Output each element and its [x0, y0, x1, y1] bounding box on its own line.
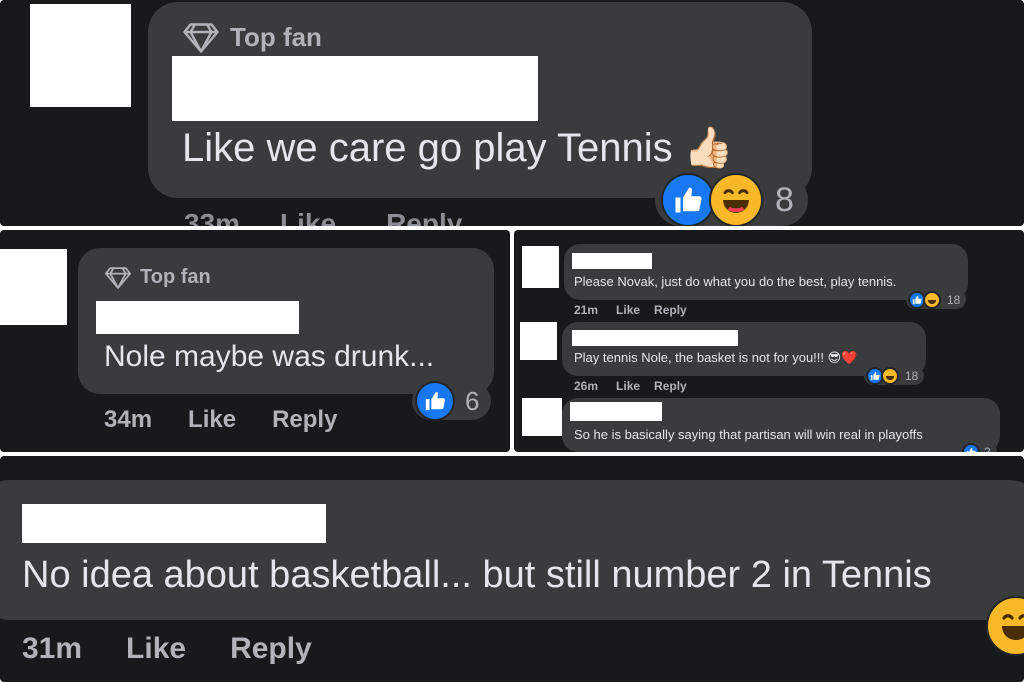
- avatar[interactable]: [520, 322, 557, 360]
- reply-button[interactable]: Reply: [386, 208, 462, 226]
- like-reaction-icon: [661, 173, 715, 226]
- reaction-summary[interactable]: 8: [655, 173, 808, 226]
- comment-text: Nole maybe was drunk...: [104, 340, 435, 373]
- avatar[interactable]: [522, 246, 559, 288]
- reply-button[interactable]: Reply: [272, 406, 337, 434]
- comment-text: Please Novak, just do what you do the be…: [574, 274, 897, 289]
- comment-panel-1: Top fan Like we care go play Tennis 👍🏻 8…: [0, 0, 1024, 226]
- reply-button[interactable]: Reply: [230, 632, 312, 666]
- comment-bubble: [0, 480, 1024, 620]
- comment-meta: 34m Like Reply: [104, 406, 337, 434]
- top-fan-badge: Top fan: [104, 266, 211, 289]
- comment-meta: 26m Like Reply: [574, 379, 687, 393]
- reply-button[interactable]: Reply: [654, 303, 687, 317]
- badge-label: Top fan: [230, 22, 322, 52]
- redacted-author-name: [572, 253, 652, 269]
- comment-time[interactable]: 21m: [574, 303, 598, 317]
- comment-panel-3: Please Novak, just do what you do the be…: [514, 230, 1024, 452]
- like-reaction-icon: [962, 442, 980, 452]
- comment-meta: 33m Like Reply: [104, 208, 462, 226]
- reaction-summary[interactable]: 18: [906, 290, 967, 309]
- comment-time[interactable]: 26m: [574, 379, 598, 393]
- comment-text: No idea about basketball... but still nu…: [22, 554, 932, 596]
- comment-time[interactable]: 33m: [184, 208, 240, 226]
- top-fan-badge: Top fan: [182, 22, 322, 53]
- haha-reaction-icon: [986, 596, 1024, 656]
- avatar[interactable]: [0, 249, 67, 325]
- diamond-icon: [182, 22, 220, 53]
- like-button[interactable]: Like: [126, 632, 186, 666]
- like-reaction-icon: [415, 381, 455, 421]
- comment-text: Play tennis Nole, the basket is not for …: [574, 350, 858, 365]
- redacted-author-name: [172, 56, 538, 121]
- comment-time[interactable]: 34m: [104, 406, 152, 434]
- comment-text: Like we care go play Tennis 👍🏻: [182, 126, 734, 170]
- diamond-icon: [104, 266, 132, 289]
- reaction-count: 6: [465, 385, 480, 416]
- comment-meta: 31m Like Reply: [22, 632, 312, 666]
- reply-button[interactable]: Reply: [654, 379, 687, 393]
- comment-time[interactable]: 31m: [22, 632, 82, 666]
- reaction-summary[interactable]: 18: [864, 366, 925, 385]
- reaction-summary[interactable]: 6: [412, 381, 492, 421]
- reaction-summary[interactable]: 2: [960, 442, 997, 452]
- like-button[interactable]: Like: [616, 303, 640, 317]
- like-button[interactable]: Like: [280, 208, 336, 226]
- reaction-count: 8: [775, 180, 794, 219]
- haha-reaction-icon: [709, 173, 763, 226]
- comment-text: So he is basically saying that partisan …: [574, 427, 923, 442]
- reaction-count: 18: [947, 292, 961, 307]
- badge-label: Top fan: [140, 266, 211, 288]
- redacted-author-name: [96, 301, 299, 334]
- haha-reaction-icon: [923, 290, 941, 309]
- haha-reaction-icon: [881, 366, 899, 385]
- redacted-author-name: [572, 330, 738, 346]
- like-button[interactable]: Like: [616, 379, 640, 393]
- redacted-author-name: [570, 402, 662, 421]
- reaction-count: 2: [984, 444, 991, 453]
- avatar[interactable]: [30, 4, 131, 107]
- avatar[interactable]: [522, 398, 562, 436]
- comment-meta: 21m Like Reply: [574, 303, 687, 317]
- reaction-count: 18: [905, 368, 919, 383]
- comment-panel-2: Top fan Nole maybe was drunk... 6 34m Li…: [0, 230, 510, 452]
- comment-panel-4: No idea about basketball... but still nu…: [0, 456, 1024, 682]
- like-button[interactable]: Like: [188, 406, 236, 434]
- redacted-author-name: [22, 504, 326, 543]
